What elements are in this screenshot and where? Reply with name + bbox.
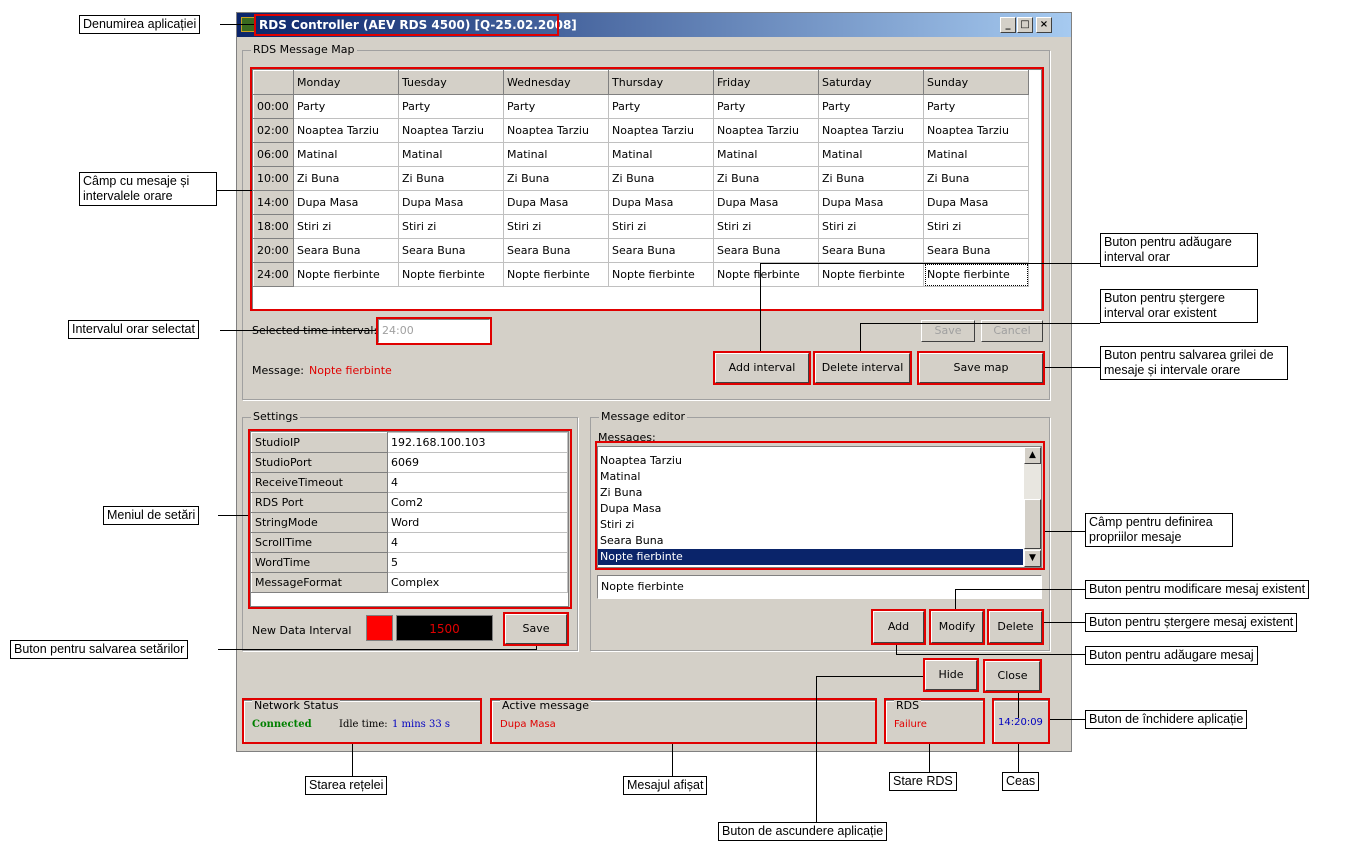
annotation-save-map: Buton pentru salvarea grilei de mesaje ș… bbox=[1100, 346, 1288, 380]
delete-interval-highlight bbox=[813, 351, 912, 385]
annotation-add: Buton pentru adăugare mesaj bbox=[1085, 646, 1258, 665]
leader-line bbox=[929, 744, 930, 772]
annotation-shown-message: Mesajul afișat bbox=[623, 776, 708, 795]
active-message-highlight bbox=[490, 698, 877, 744]
settings-highlight bbox=[248, 429, 572, 609]
leader-line bbox=[896, 645, 897, 654]
message-editor-legend: Message editor bbox=[599, 410, 688, 423]
message-label: Message: bbox=[252, 364, 304, 377]
settings-legend: Settings bbox=[251, 410, 301, 423]
annotation-close-app: Buton de închidere aplicație bbox=[1085, 710, 1248, 729]
add-interval-highlight bbox=[713, 351, 811, 385]
annotation-clock: Ceas bbox=[1002, 772, 1040, 791]
annotation-save-settings: Buton pentru salvarea setărilor bbox=[10, 640, 189, 659]
leader-line bbox=[218, 515, 248, 516]
leader-line bbox=[1045, 367, 1100, 368]
message-map-legend: RDS Message Map bbox=[251, 43, 357, 56]
settings-save-highlight bbox=[503, 612, 569, 646]
leader-line bbox=[1044, 622, 1085, 623]
save-map-highlight bbox=[917, 351, 1045, 385]
annotation-network: Starea rețelei bbox=[305, 776, 388, 795]
leader-line bbox=[1045, 531, 1085, 532]
annotation-modify: Buton pentru modificare mesaj existent bbox=[1085, 580, 1310, 599]
leader-line bbox=[1018, 744, 1019, 772]
close-highlight bbox=[983, 659, 1042, 693]
network-highlight bbox=[242, 698, 482, 744]
annotation-delete: Buton pentru ștergere mesaj existent bbox=[1085, 613, 1298, 632]
annotation-app-name: Denumirea aplicației bbox=[79, 15, 201, 34]
title-highlight bbox=[254, 14, 559, 36]
leader-line bbox=[536, 646, 537, 650]
interval-value-display: 1500 bbox=[396, 615, 493, 641]
leader-line bbox=[816, 676, 923, 677]
leader-line bbox=[955, 589, 1085, 590]
leader-line bbox=[896, 654, 1085, 655]
clock-highlight bbox=[992, 698, 1050, 744]
selected-highlight bbox=[376, 317, 492, 345]
maximize-button[interactable]: □ bbox=[1017, 17, 1033, 33]
leader-line bbox=[220, 330, 376, 331]
close-window-button[interactable]: × bbox=[1036, 17, 1052, 33]
annotation-grid: Câmp cu mesaje și intervalele orare bbox=[79, 172, 217, 206]
delete-highlight bbox=[987, 609, 1044, 645]
leader-line bbox=[955, 589, 956, 609]
annotation-add-interval: Buton pentru adăugare interval orar bbox=[1100, 233, 1258, 267]
add-highlight bbox=[871, 609, 926, 645]
minimize-button[interactable]: _ bbox=[1000, 17, 1016, 33]
leader-line bbox=[217, 190, 252, 191]
grid-highlight bbox=[250, 67, 1044, 311]
leader-line bbox=[816, 676, 817, 822]
leader-line bbox=[860, 323, 861, 351]
rds-highlight bbox=[884, 698, 985, 744]
leader-line bbox=[672, 744, 673, 776]
interval-color-indicator bbox=[366, 615, 393, 641]
annotation-messages-field: Câmp pentru definirea propriilor mesaje bbox=[1085, 513, 1233, 547]
leader-line bbox=[352, 744, 353, 776]
message-edit-field[interactable]: Nopte fierbinte bbox=[597, 575, 1042, 599]
annotation-selected: Intervalul orar selectat bbox=[68, 320, 199, 339]
messages-highlight bbox=[595, 441, 1045, 570]
message-value: Nopte fierbinte bbox=[309, 364, 392, 377]
leader-line bbox=[220, 24, 254, 25]
leader-line bbox=[1050, 719, 1085, 720]
hide-highlight bbox=[923, 658, 979, 692]
modify-highlight bbox=[929, 609, 985, 645]
annotation-delete-interval: Buton pentru ștergere interval orar exis… bbox=[1100, 289, 1258, 323]
leader-line bbox=[860, 323, 1100, 324]
annotation-settings-menu: Meniul de setări bbox=[103, 506, 200, 525]
leader-line bbox=[1018, 693, 1019, 718]
annotation-rds-state: Stare RDS bbox=[889, 772, 957, 791]
leader-line bbox=[760, 263, 761, 351]
leader-line bbox=[760, 263, 1100, 264]
new-data-interval-label: New Data Interval bbox=[252, 624, 352, 637]
leader-line bbox=[218, 649, 536, 650]
annotation-hide: Buton de ascundere aplicație bbox=[718, 822, 888, 841]
